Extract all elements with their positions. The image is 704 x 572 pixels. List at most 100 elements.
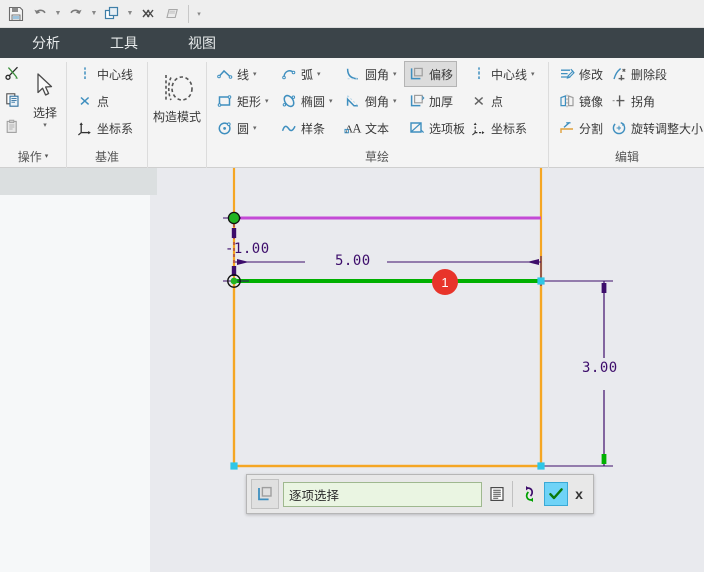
cancel-button[interactable]: x (569, 482, 589, 506)
ellipse-dropdown-caret[interactable]: ▾ (329, 98, 333, 105)
spline-icon (280, 119, 298, 137)
mirror-button[interactable]: 镜像 (554, 88, 607, 114)
sketch-centerline-button[interactable]: 中心线 ▾ (466, 61, 539, 87)
thicken-button[interactable]: 加厚 (404, 88, 457, 114)
ribbon-group-label-operations: 操作 ▾ (0, 144, 66, 168)
select-button[interactable]: 选择 ▾ (24, 60, 66, 132)
centerline-icon (76, 65, 94, 83)
menu-view[interactable]: 视图 (178, 28, 226, 58)
thicken-button-label: 加厚 (429, 94, 454, 109)
centerline-button[interactable]: 中心线 (72, 61, 137, 87)
line-button[interactable]: 线 ▾ (212, 61, 261, 87)
divide-button[interactable]: 分割 (554, 115, 607, 141)
rect-corner-endpoint[interactable] (230, 462, 238, 470)
redo-dropdown-caret[interactable]: ▼ (88, 2, 100, 26)
fillet-button[interactable]: 圆角 ▾ (340, 61, 401, 87)
select-button-label: 选择 (32, 106, 57, 120)
ellipse-button[interactable]: 椭圆 ▾ (276, 88, 337, 114)
spline-button[interactable]: 样条 (276, 115, 329, 141)
menu-analysis[interactable]: 分析 (22, 28, 70, 58)
flip-direction-icon (525, 486, 534, 502)
circle-button[interactable]: 圆 ▾ (212, 115, 261, 141)
circle-dropdown-caret[interactable]: ▾ (253, 125, 257, 132)
redo-button[interactable] (64, 2, 88, 26)
centerline-icon (470, 65, 488, 83)
copy-button[interactable] (2, 87, 26, 113)
repaint-button[interactable] (160, 2, 184, 26)
text-icon: A A (344, 119, 362, 137)
sketch-coordsys-button[interactable]: 坐标系 (466, 115, 531, 141)
flip-direction-button[interactable] (518, 482, 542, 506)
offset-button[interactable]: 偏移 (404, 61, 458, 87)
coordinate-system-button[interactable]: 坐标系 (72, 115, 137, 141)
offset-dialog: 逐项选择 x (246, 474, 594, 514)
point-icon (76, 92, 94, 110)
ribbon-group-label-datum: 基准 (94, 149, 119, 164)
modify-button[interactable]: 修改 (554, 61, 607, 87)
reference-node-inner[interactable] (230, 277, 238, 285)
fillet-dropdown-caret[interactable]: ▾ (393, 71, 397, 78)
text-button[interactable]: A A 文本 (340, 115, 393, 141)
cut-button[interactable] (2, 60, 26, 86)
operations-group-caret[interactable]: ▾ (45, 152, 49, 160)
ribbon-group-sketch: 线 ▾ 矩形 ▾ 圆 ▾ 弧 ▾ 椭圆 ▾ 样条 圆角 ▾ 倒角 ▾ A A 文… (208, 58, 546, 168)
width-dim-arrow-left (237, 259, 249, 265)
delete-segment-button[interactable]: 删除段 (606, 61, 671, 87)
select-dropdown-caret[interactable]: ▾ (43, 121, 47, 129)
rotate-resize-label: 旋转调整大小 (631, 121, 704, 136)
offset-button-label: 偏移 (429, 67, 454, 82)
mirror-button-label: 镜像 (579, 94, 604, 109)
sketch-point-button[interactable]: 点 (466, 88, 507, 114)
rectangle-button[interactable]: 矩形 ▾ (212, 88, 273, 114)
accept-button[interactable] (544, 482, 568, 506)
rectangle-dropdown-caret[interactable]: ▾ (265, 98, 269, 105)
sketch-rectangle[interactable] (232, 168, 543, 468)
line-icon (216, 65, 234, 83)
height-dimension-value[interactable]: 3.00 (582, 360, 618, 376)
offset-start-node[interactable] (227, 211, 241, 225)
spline-button-label: 样条 (301, 121, 326, 136)
offset-dimension-value[interactable]: -1.00 (225, 241, 270, 257)
line-dropdown-caret[interactable]: ▾ (253, 71, 257, 78)
width-dimension-value[interactable]: 5.00 (335, 253, 371, 269)
arc-icon (280, 65, 298, 83)
point-button[interactable]: 点 (72, 88, 113, 114)
constraint-badge-1[interactable]: 1 (432, 269, 458, 295)
selection-list-button[interactable] (486, 481, 508, 507)
modify-icon (558, 65, 576, 83)
palette-button[interactable]: 选项板 (404, 115, 469, 141)
arc-dropdown-caret[interactable]: ▾ (317, 71, 321, 78)
arc-button[interactable]: 弧 ▾ (276, 61, 325, 87)
toolbar-overflow-button[interactable]: ▾ (193, 2, 205, 26)
model-tree-body[interactable] (0, 195, 150, 572)
quick-access-toolbar: ▼ ▼ ▼ ▾ (0, 0, 704, 28)
window-arrange-button[interactable] (100, 2, 124, 26)
circle-button-label: 圆 (237, 121, 250, 136)
ribbon-group-operations: 选择 ▾ 操作 ▾ (0, 58, 66, 168)
list-icon (490, 487, 504, 502)
chamfer-dropdown-caret[interactable]: ▾ (393, 98, 397, 105)
sketch-centerline-caret[interactable]: ▾ (531, 71, 535, 78)
rect-corner-endpoint-right[interactable] (537, 462, 545, 470)
ellipse-button-label: 椭圆 (301, 94, 326, 109)
application-window: ▼ ▼ ▼ ▾ 分析 工具 视图 选择 ▾ 操作 ▾ 中心线 点 坐标系 基准 … (0, 0, 704, 572)
chamfer-button[interactable]: 倒角 ▾ (340, 88, 401, 114)
construction-mode-button[interactable]: 构造模式 (149, 64, 205, 140)
window-dropdown-caret[interactable]: ▼ (124, 2, 136, 26)
undo-dropdown-caret[interactable]: ▼ (52, 2, 64, 26)
paste-button[interactable] (2, 114, 26, 140)
close-all-button[interactable] (136, 2, 160, 26)
undo-button[interactable] (28, 2, 52, 26)
model-tree-panel (0, 168, 157, 572)
divide-button-label: 分割 (579, 121, 604, 136)
construction-mode-label: 构造模式 (152, 110, 201, 124)
centerline-button-label: 中心线 (97, 67, 134, 82)
selection-input[interactable]: 逐项选择 (283, 481, 482, 507)
rect-corner-endpoint-topright[interactable] (537, 277, 545, 285)
chamfer-icon (344, 92, 362, 110)
save-button[interactable] (4, 2, 28, 26)
corner-button[interactable]: 拐角 (606, 88, 659, 114)
menu-tools[interactable]: 工具 (100, 28, 148, 58)
offset-tool-icon-button[interactable] (251, 479, 279, 509)
rotate-resize-button[interactable]: 旋转调整大小 (606, 115, 704, 141)
